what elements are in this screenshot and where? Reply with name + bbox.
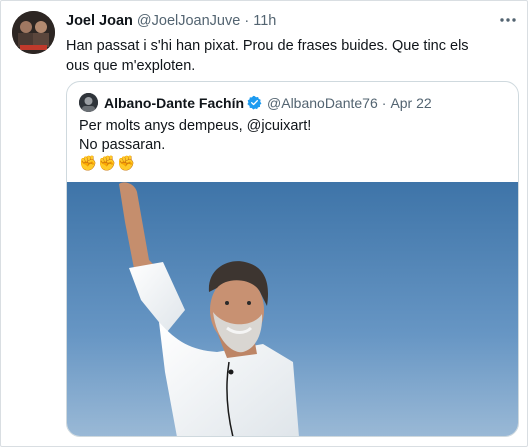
tweet-header: Joel Joan @JoelJoanJuve · 11h [66,13,276,29]
separator: · [244,13,250,29]
quoted-separator: · [381,94,387,111]
verified-badge-icon [247,95,262,110]
quoted-line-2: No passaran. [79,137,166,153]
raised-fist-emoji: ✊ [98,156,117,172]
author-name[interactable]: Joel Joan [66,13,133,29]
raised-fist-emoji: ✊ [79,156,98,172]
tweet-text: Han passat i s'hi han pixat. Prou de fra… [66,38,469,74]
quoted-header: Albano-Dante Fachín @AlbanoDante76 · Apr… [79,93,432,112]
quoted-author-avatar[interactable] [79,93,98,112]
quoted-author-handle[interactable]: @AlbanoDante76 [267,95,378,111]
quoted-tweet[interactable]: Albano-Dante Fachín @AlbanoDante76 · Apr… [66,81,519,437]
tweet-time[interactable]: 11h [253,13,276,29]
tweet-card[interactable]: Joel Joan @JoelJoanJuve · 11h Han passat… [0,0,528,447]
quoted-author-name[interactable]: Albano-Dante Fachín [104,95,244,111]
more-options-icon[interactable] [499,10,517,28]
quoted-date[interactable]: Apr 22 [390,95,431,111]
quoted-text: Per molts anys dempeus, @jcuixart! No pa… [79,117,311,174]
author-handle[interactable]: @JoelJoanJuve [137,13,240,29]
author-avatar[interactable] [12,11,55,54]
quoted-line-1: Per molts anys dempeus, @jcuixart! [79,118,312,134]
raised-fist-emoji: ✊ [117,156,136,172]
emoji-row: ✊✊✊ [79,155,311,174]
quoted-photo[interactable] [67,182,518,436]
